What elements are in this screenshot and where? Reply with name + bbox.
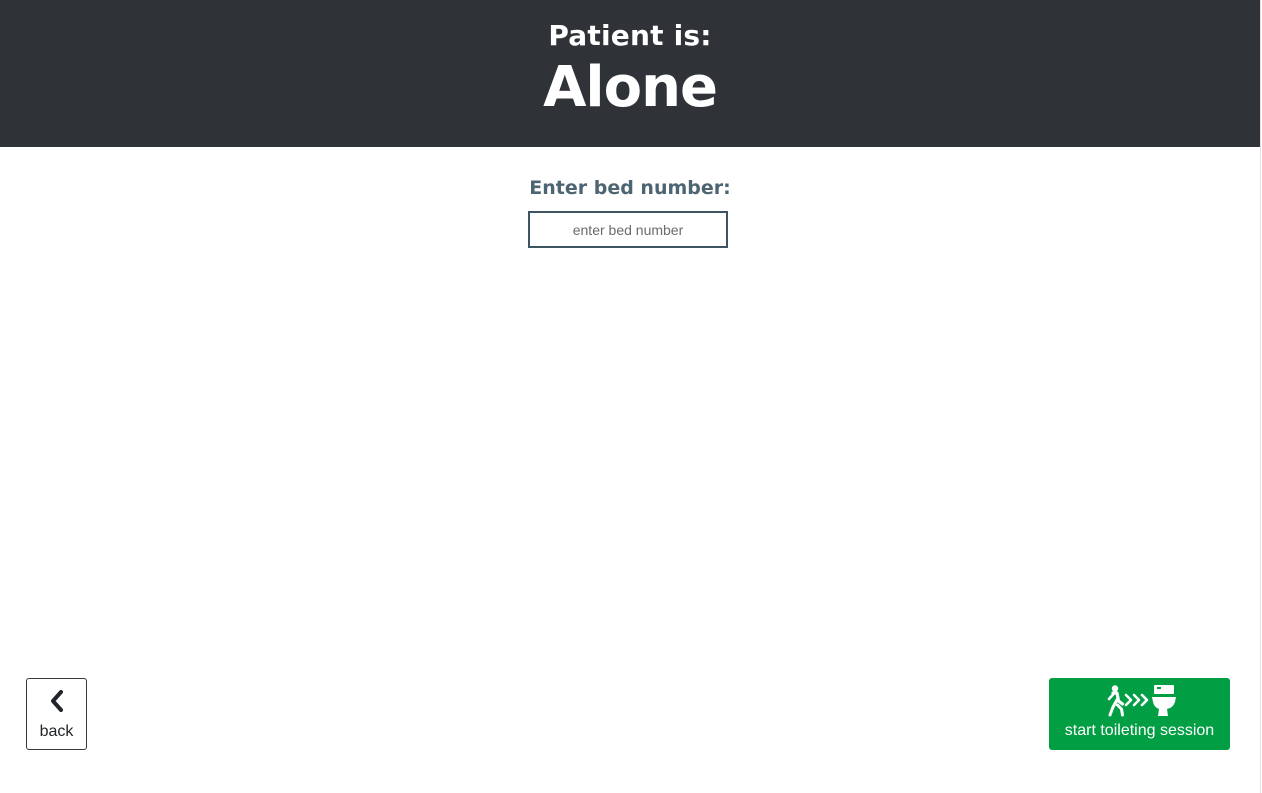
patient-status-title: Alone xyxy=(543,55,718,120)
chevron-left-icon xyxy=(27,689,86,713)
header-banner: Patient is: Alone xyxy=(0,0,1260,147)
page-edge-divider xyxy=(1260,0,1261,793)
page: Patient is: Alone Enter bed number: back xyxy=(0,0,1262,793)
header-subtitle: Patient is: xyxy=(548,19,712,52)
start-button-label: start toileting session xyxy=(1064,722,1215,739)
bed-number-label: Enter bed number: xyxy=(529,177,731,199)
back-button-label: back xyxy=(39,723,74,740)
bed-number-input[interactable] xyxy=(528,211,728,248)
walk-to-toilet-icon xyxy=(1049,684,1230,718)
back-button[interactable]: back xyxy=(26,678,87,750)
start-toileting-session-button[interactable]: start toileting session xyxy=(1049,678,1230,750)
